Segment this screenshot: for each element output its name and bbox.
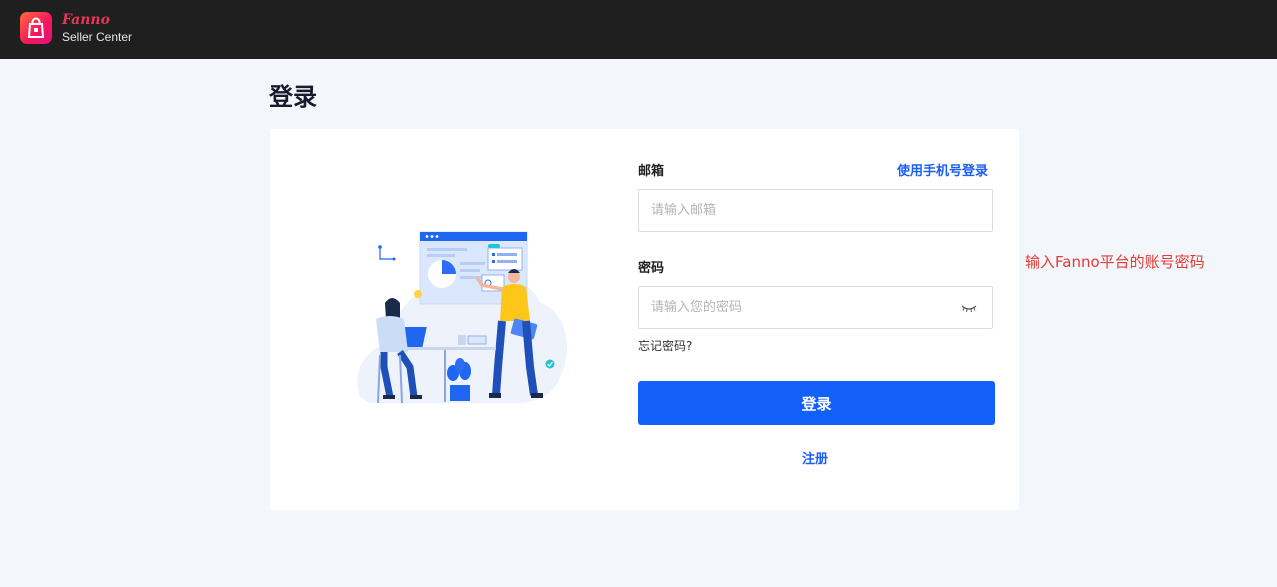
brand-name: Fanno xyxy=(62,12,110,28)
password-field[interactable] xyxy=(651,287,951,328)
login-illustration xyxy=(357,231,568,404)
page-title: 登录 xyxy=(269,83,317,111)
login-button[interactable]: 登录 xyxy=(638,381,995,425)
email-label: 邮箱 xyxy=(638,164,665,179)
annotation-text: 输入Fanno平台的账号密码 xyxy=(1025,253,1205,271)
email-field[interactable] xyxy=(651,190,951,231)
password-field-wrapper xyxy=(638,286,993,329)
forgot-password-link[interactable]: 忘记密码? xyxy=(638,338,692,354)
shopping-bag-icon[interactable] xyxy=(20,12,52,44)
password-label: 密码 xyxy=(638,261,665,276)
register-link[interactable]: 注册 xyxy=(802,451,828,469)
phone-login-link[interactable]: 使用手机号登录 xyxy=(897,163,988,181)
eye-closed-icon[interactable] xyxy=(960,302,978,314)
email-field-wrapper xyxy=(638,189,993,232)
login-card: 邮箱 使用手机号登录 密码 忘记密码? 登录 注册 xyxy=(270,129,1019,510)
top-bar: Fanno Seller Center xyxy=(0,0,1277,59)
brand-subtitle: Seller Center xyxy=(62,30,133,44)
